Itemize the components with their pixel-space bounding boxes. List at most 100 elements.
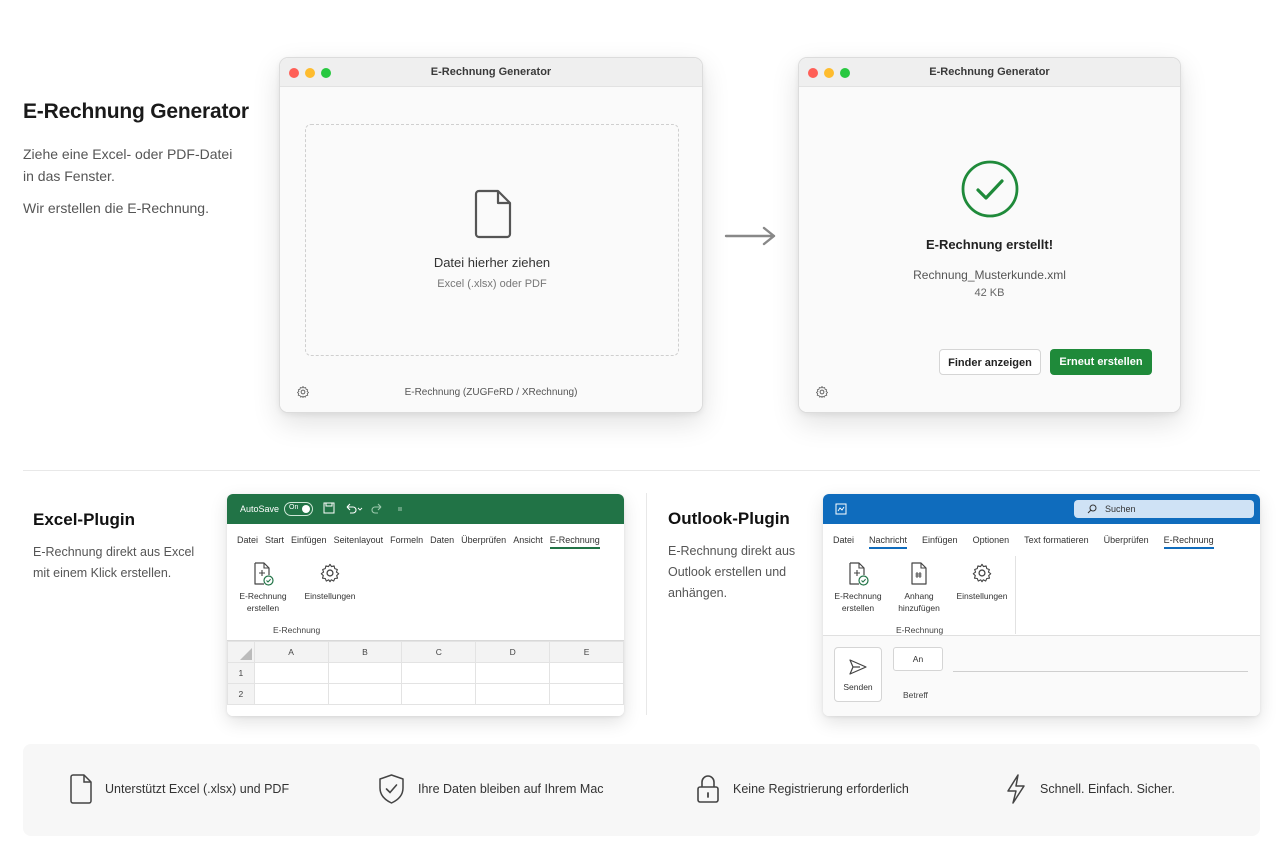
- feature-text: Unterstützt Excel (.xlsx) und PDF: [105, 782, 290, 796]
- file-add-check-icon: [254, 562, 274, 586]
- tab-einfuegen[interactable]: Einfügen: [291, 535, 327, 549]
- autosave-label: AutoSave: [240, 504, 280, 514]
- app-window-success: E-Rechnung Generator E-Rechnung erstellt…: [798, 57, 1181, 413]
- excel-settings-button[interactable]: Einstellungen: [300, 562, 360, 602]
- create-e-rechnung-button[interactable]: E-Rechnung erstellen: [235, 562, 291, 614]
- outlook-plugin-description: E-Rechnung direkt aus Outlook erstellen …: [668, 544, 796, 600]
- save-icon[interactable]: [323, 502, 335, 514]
- search-icon: [1087, 504, 1097, 514]
- customize-toolbar-icon[interactable]: [397, 506, 403, 512]
- cell[interactable]: [475, 662, 551, 684]
- tab-e-rechnung[interactable]: E-Rechnung: [549, 535, 600, 549]
- cell[interactable]: [327, 662, 403, 684]
- cell[interactable]: [253, 662, 329, 684]
- file-icon: [474, 189, 512, 239]
- tab-text-formatieren[interactable]: Text formatieren: [1024, 535, 1089, 549]
- toggle-state: On: [289, 504, 299, 511]
- outlook-plugin-title: Outlook-Plugin: [668, 509, 790, 528]
- cell[interactable]: [253, 683, 329, 705]
- row-header[interactable]: 1: [227, 662, 255, 684]
- settings-gear-icon[interactable]: [815, 385, 829, 399]
- tab-ueberpruefen[interactable]: Überprüfen: [1104, 535, 1149, 549]
- outlook-window: Suchen Datei Nachricht Einfügen Optionen…: [823, 494, 1260, 716]
- autosave-toggle[interactable]: On: [284, 502, 313, 516]
- tab-ansicht[interactable]: Ansicht: [513, 535, 543, 549]
- compose-area: Senden An Betreff: [823, 635, 1260, 716]
- create-label-1: E-Rechnung: [834, 591, 882, 601]
- cell[interactable]: [475, 683, 551, 705]
- lightning-icon: [1007, 774, 1025, 804]
- redo-icon[interactable]: [370, 502, 384, 514]
- tab-optionen[interactable]: Optionen: [973, 535, 1010, 549]
- undo-icon[interactable]: [344, 502, 364, 514]
- feature-item: Unterstützt Excel (.xlsx) und PDF: [70, 774, 289, 804]
- cell[interactable]: [401, 683, 477, 705]
- feature-item: Schnell. Einfach. Sicher.: [1005, 774, 1175, 804]
- excel-window: AutoSave On Datei Start Einfügen Seitenl…: [227, 494, 624, 716]
- column-header[interactable]: E: [549, 641, 624, 663]
- cell[interactable]: [327, 683, 403, 705]
- tab-datei[interactable]: Datei: [237, 535, 258, 549]
- excel-plugin-description: E-Rechnung direkt aus Excel mit einem Kl…: [33, 545, 195, 580]
- select-all-corner[interactable]: [227, 641, 255, 663]
- intro-line-1: Ziehe eine Excel- oder PDF-Datei in das …: [23, 146, 233, 184]
- excel-plugin-title: Excel-Plugin: [33, 510, 136, 529]
- tab-start[interactable]: Start: [265, 535, 284, 549]
- section-divider: [23, 470, 1260, 471]
- row-header[interactable]: 2: [227, 683, 255, 705]
- feature-text: Ihre Daten bleiben auf Ihrem Mac: [418, 782, 604, 796]
- tab-einfuegen[interactable]: Einfügen: [922, 535, 958, 549]
- gear-icon: [320, 563, 340, 583]
- send-button[interactable]: Senden: [834, 647, 882, 702]
- feature-item: Ihre Daten bleiben auf Ihrem Mac: [378, 774, 604, 804]
- format-footer: E-Rechnung (ZUGFeRD / XRechnung): [404, 387, 578, 398]
- show-in-finder-button[interactable]: Finder anzeigen: [939, 349, 1041, 375]
- column-header[interactable]: A: [253, 641, 329, 663]
- tab-datei[interactable]: Datei: [833, 535, 854, 549]
- send-label: Senden: [843, 682, 873, 692]
- file-icon: [70, 774, 92, 804]
- ribbon-group-label: E-Rechnung: [273, 625, 321, 635]
- tab-ueberpruefen[interactable]: Überprüfen: [461, 535, 506, 549]
- shield-check-icon: [379, 774, 404, 804]
- excel-ribbon-tabs: Datei Start Einfügen Seitenlayout Formel…: [237, 535, 607, 549]
- tab-e-rechnung[interactable]: E-Rechnung: [1163, 535, 1214, 549]
- to-field[interactable]: [953, 671, 1248, 672]
- create-e-rechnung-button[interactable]: E-Rechnung erstellen: [831, 562, 885, 614]
- outlook-plugin-section: Outlook-Plugin E-Rechnung direkt aus Out…: [668, 509, 818, 604]
- column-header[interactable]: C: [401, 641, 477, 663]
- tab-seitenlayout[interactable]: Seitenlayout: [334, 535, 384, 549]
- success-check-icon: [961, 160, 1019, 218]
- search-box[interactable]: Suchen: [1074, 500, 1254, 518]
- lock-icon: [697, 775, 719, 803]
- recreate-button[interactable]: Erneut erstellen: [1050, 349, 1152, 375]
- attach-label-2: hinzufügen: [898, 603, 940, 613]
- cell[interactable]: [549, 683, 624, 705]
- drop-zone[interactable]: Datei hierher ziehen Excel (.xlsx) oder …: [305, 124, 679, 356]
- feature-item: Keine Registrierung erforderlich: [696, 774, 909, 804]
- excel-titlebar: AutoSave On: [227, 494, 624, 524]
- column-header[interactable]: B: [327, 641, 403, 663]
- create-label-2: erstellen: [841, 603, 875, 613]
- spreadsheet-grid[interactable]: A B C D E 1 2: [227, 640, 624, 716]
- arrow-right-icon: [724, 226, 776, 246]
- output-filesize: 42 KB: [974, 287, 1005, 299]
- to-button[interactable]: An: [893, 647, 943, 671]
- tab-daten[interactable]: Daten: [430, 535, 454, 549]
- window-title: E-Rechnung Generator: [929, 66, 1050, 78]
- status-message: E-Rechnung erstellt!: [925, 237, 1054, 252]
- window-titlebar: E-Rechnung Generator: [280, 58, 702, 87]
- send-icon: [849, 659, 867, 675]
- tab-nachricht[interactable]: Nachricht: [869, 535, 908, 549]
- app-window-drop: E-Rechnung Generator Datei hierher ziehe…: [279, 57, 703, 413]
- search-placeholder: Suchen: [1105, 504, 1136, 514]
- settings-label: Einstellungen: [304, 591, 356, 601]
- cell[interactable]: [549, 662, 624, 684]
- outlook-settings-button[interactable]: Einstellungen: [952, 562, 1012, 602]
- cell[interactable]: [401, 662, 477, 684]
- subject-label: Betreff: [903, 690, 928, 700]
- gear-icon: [972, 563, 992, 583]
- add-attachment-button[interactable]: Anhang hinzufügen: [893, 562, 945, 614]
- column-header[interactable]: D: [475, 641, 551, 663]
- tab-formeln[interactable]: Formeln: [390, 535, 423, 549]
